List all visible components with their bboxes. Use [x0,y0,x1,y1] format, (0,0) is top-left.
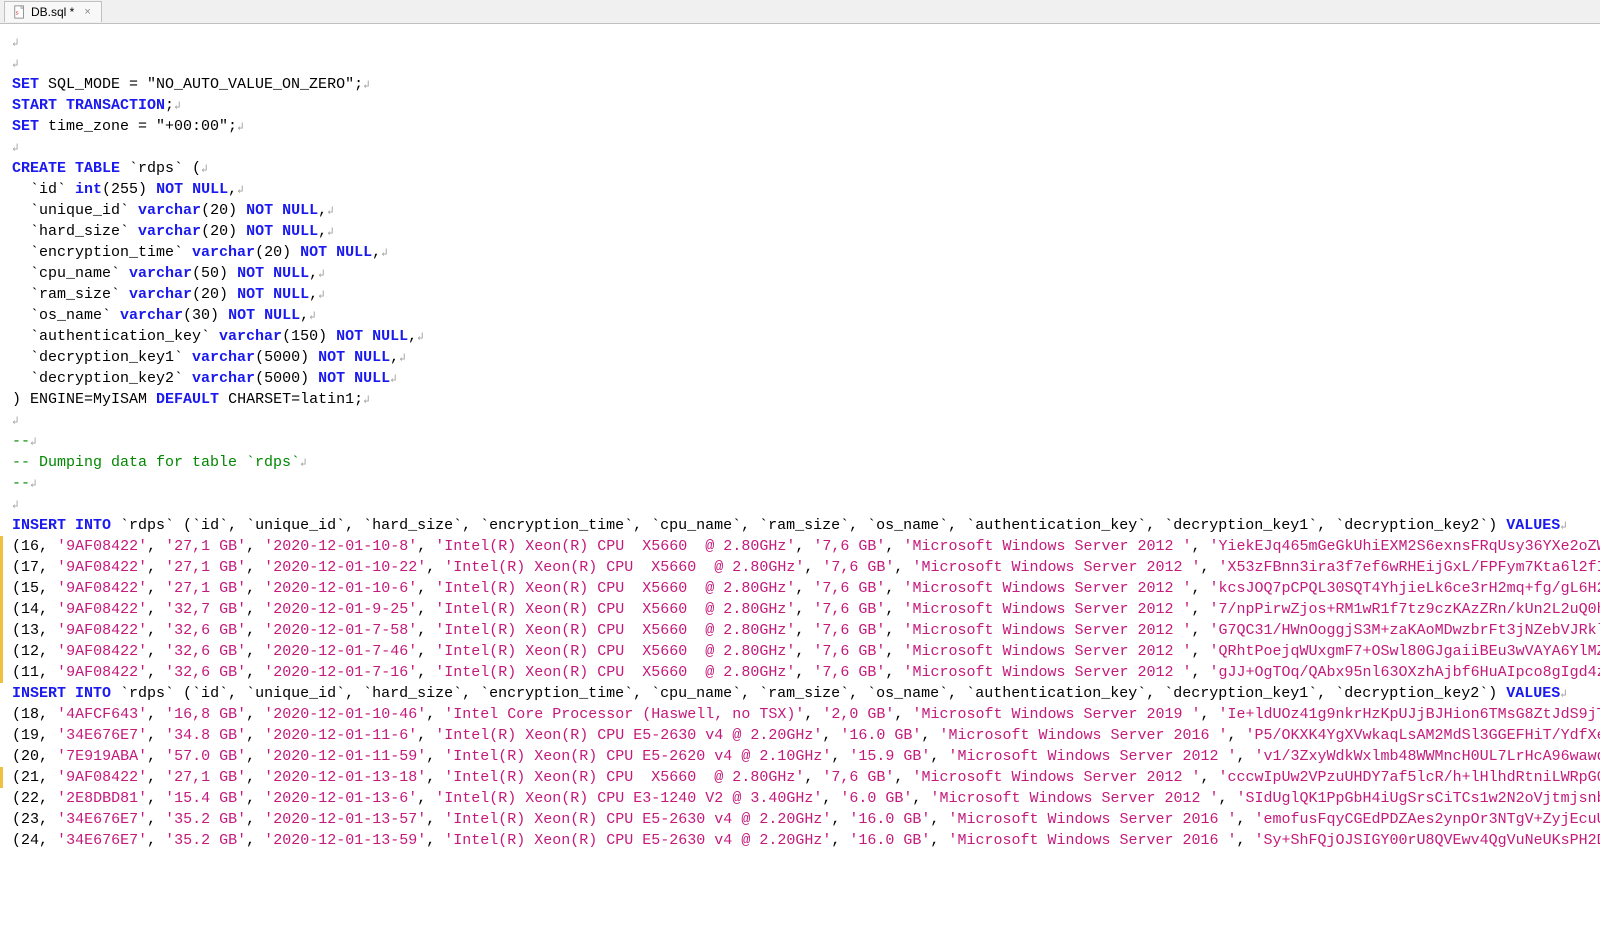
code-line: -- Dumping data for table `rdps`↲ [12,452,1588,473]
tab-filename: DB.sql * [31,5,74,19]
code-line: SET time_zone = "+00:00";↲ [12,116,1588,137]
code-line: ↲ [12,32,1588,53]
code-line: (15, '9AF08422', '27,1 GB', '2020-12-01-… [0,578,1588,599]
code-line: (20, '7E919ABA', '57.0 GB', '2020-12-01-… [12,746,1588,767]
code-line: INSERT INTO `rdps` (`id`, `unique_id`, `… [12,515,1588,536]
code-line: (11, '9AF08422', '32,6 GB', '2020-12-01-… [0,662,1588,683]
sql-file-icon: S [13,5,27,19]
code-line: START TRANSACTION;↲ [12,95,1588,116]
code-line: (19, '34E676E7', '34.8 GB', '2020-12-01-… [12,725,1588,746]
code-line: (14, '9AF08422', '32,7 GB', '2020-12-01-… [0,599,1588,620]
code-line: `hard_size` varchar(20) NOT NULL,↲ [12,221,1588,242]
code-line: ↲ [12,410,1588,431]
code-line: --↲ [12,473,1588,494]
code-line: `os_name` varchar(30) NOT NULL,↲ [12,305,1588,326]
code-line: (24, '34E676E7', '35.2 GB', '2020-12-01-… [12,830,1588,851]
code-line: `unique_id` varchar(20) NOT NULL,↲ [12,200,1588,221]
close-tab-icon[interactable]: × [82,6,92,18]
code-line: SET SQL_MODE = "NO_AUTO_VALUE_ON_ZERO";↲ [12,74,1588,95]
code-line: (16, '9AF08422', '27,1 GB', '2020-12-01-… [0,536,1588,557]
code-line: `authentication_key` varchar(150) NOT NU… [12,326,1588,347]
code-line: `decryption_key2` varchar(5000) NOT NULL… [12,368,1588,389]
code-line: `decryption_key1` varchar(5000) NOT NULL… [12,347,1588,368]
code-line: ↲ [12,494,1588,515]
code-line: ↲ [12,53,1588,74]
code-line: `ram_size` varchar(20) NOT NULL,↲ [12,284,1588,305]
code-line: (21, '9AF08422', '27,1 GB', '2020-12-01-… [0,767,1588,788]
code-line: (22, '2E8DBD81', '15.4 GB', '2020-12-01-… [12,788,1588,809]
code-line: INSERT INTO `rdps` (`id`, `unique_id`, `… [12,683,1588,704]
tab-bar: S DB.sql * × [0,0,1600,24]
file-tab[interactable]: S DB.sql * × [4,1,102,22]
code-line: (12, '9AF08422', '32,6 GB', '2020-12-01-… [0,641,1588,662]
code-line: ) ENGINE=MyISAM DEFAULT CHARSET=latin1;↲ [12,389,1588,410]
code-line: `encryption_time` varchar(20) NOT NULL,↲ [12,242,1588,263]
svg-text:S: S [16,11,19,16]
code-line: (18, '4AFCF643', '16,8 GB', '2020-12-01-… [12,704,1588,725]
code-editor[interactable]: ↲↲SET SQL_MODE = "NO_AUTO_VALUE_ON_ZERO"… [0,24,1600,936]
code-line: (13, '9AF08422', '32,6 GB', '2020-12-01-… [0,620,1588,641]
code-line: `cpu_name` varchar(50) NOT NULL,↲ [12,263,1588,284]
code-line: CREATE TABLE `rdps` (↲ [12,158,1588,179]
code-line: --↲ [12,431,1588,452]
code-line: (17, '9AF08422', '27,1 GB', '2020-12-01-… [0,557,1588,578]
code-line: (23, '34E676E7', '35.2 GB', '2020-12-01-… [12,809,1588,830]
code-line: `id` int(255) NOT NULL,↲ [12,179,1588,200]
code-line: ↲ [12,137,1588,158]
